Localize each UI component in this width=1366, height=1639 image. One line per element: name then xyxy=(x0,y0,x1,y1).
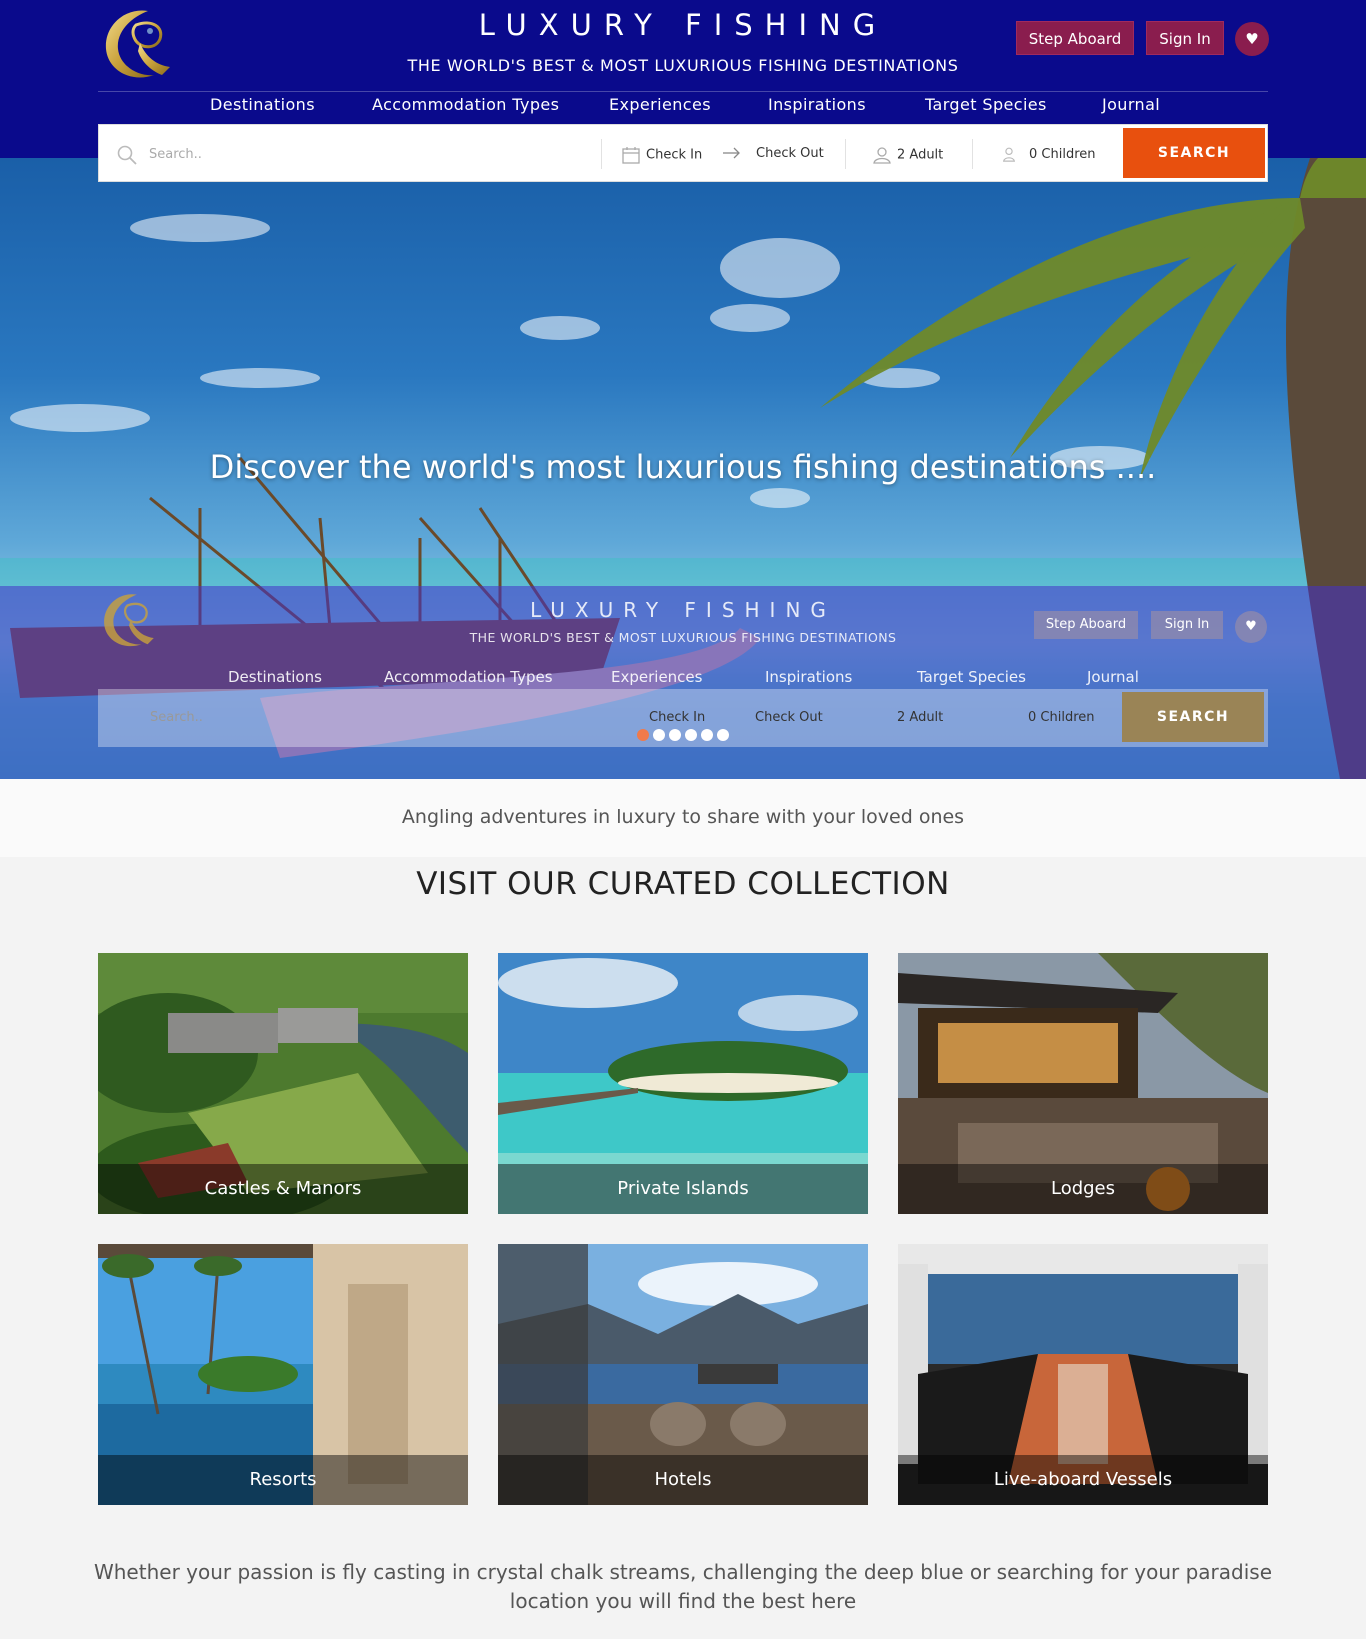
slider-dot[interactable] xyxy=(685,729,697,741)
collection-card-label: Castles & Manors xyxy=(98,1164,468,1214)
nav-item-accommodation-types[interactable]: Accommodation Types xyxy=(372,95,559,114)
sticky-nav-accommodation-types[interactable]: Accommodation Types xyxy=(384,668,553,686)
sticky-nav-experiences[interactable]: Experiences xyxy=(611,668,702,686)
sticky-search-button[interactable]: SEARCH xyxy=(1122,692,1264,742)
collection-card-label: Private Islands xyxy=(498,1164,868,1214)
slider-dots xyxy=(637,726,733,741)
collection-card-private-islands[interactable]: Private Islands xyxy=(498,953,868,1214)
search-divider xyxy=(845,139,846,169)
sticky-sign-in-button[interactable]: Sign In xyxy=(1151,611,1223,639)
sticky-check-in[interactable]: Check In xyxy=(649,710,705,725)
main-nav: Destinations Accommodation Types Experie… xyxy=(98,95,1268,123)
hero-slider: Discover the world's most luxurious fish… xyxy=(0,158,1366,779)
slider-dot[interactable] xyxy=(717,729,729,741)
sticky-search-bar: Search.. Check In Check Out 2 Adult 0 Ch… xyxy=(98,689,1268,747)
collection-card-resorts[interactable]: Resorts xyxy=(98,1244,468,1505)
arrow-right-icon xyxy=(723,147,740,159)
adults-label: 2 Adult xyxy=(897,147,944,163)
tagline: Angling adventures in luxury to share wi… xyxy=(401,806,965,828)
site-subtitle: THE WORLD'S BEST & MOST LUXURIOUS FISHIN… xyxy=(407,56,959,75)
intro-paragraph: Whether your passion is fly casting in c… xyxy=(93,1560,1272,1613)
child-icon xyxy=(1002,147,1016,162)
children-label: 0 Children xyxy=(1029,146,1096,162)
sticky-header-overlay: LUXURY FISHING THE WORLD'S BEST & MOST L… xyxy=(0,586,1366,779)
check-in-field[interactable]: Check In xyxy=(622,146,702,164)
heart-icon[interactable]: ♥ xyxy=(1235,611,1267,643)
sticky-step-aboard-button[interactable]: Step Aboard xyxy=(1034,611,1138,639)
search-icon xyxy=(117,145,137,165)
user-icon xyxy=(873,147,891,164)
collection-card-label: Hotels xyxy=(498,1455,868,1505)
collection-title: VISIT OUR CURATED COLLECTION xyxy=(416,866,950,902)
adults-field[interactable]: 2 Adult xyxy=(873,146,943,164)
nav-item-destinations[interactable]: Destinations xyxy=(210,95,315,114)
collection-card-castles-manors[interactable]: Castles & Manors xyxy=(98,953,468,1214)
slider-dot[interactable] xyxy=(701,729,713,741)
sticky-nav-journal[interactable]: Journal xyxy=(1087,668,1139,686)
nav-item-target-species[interactable]: Target Species xyxy=(925,95,1047,114)
calendar-icon xyxy=(622,147,640,164)
slider-dot[interactable] xyxy=(669,729,681,741)
search-button[interactable]: SEARCH xyxy=(1123,128,1265,178)
search-divider xyxy=(972,139,973,169)
collection-card-label: Live-aboard Vessels xyxy=(898,1455,1268,1505)
nav-item-inspirations[interactable]: Inspirations xyxy=(768,95,866,114)
sticky-nav-destinations[interactable]: Destinations xyxy=(228,668,322,686)
collection-card-lodges[interactable]: Lodges xyxy=(898,953,1268,1214)
heart-icon[interactable]: ♥ xyxy=(1235,22,1269,56)
collection-card-live-aboard-vessels[interactable]: Live-aboard Vessels xyxy=(898,1244,1268,1505)
collection-card-hotels[interactable]: Hotels xyxy=(498,1244,868,1505)
sticky-search-placeholder[interactable]: Search.. xyxy=(150,710,203,725)
header-divider xyxy=(98,91,1268,92)
hero-heading: Discover the world's most luxurious fish… xyxy=(209,448,1157,486)
search-bar: Check In Check Out 2 Adult 0 Children SE… xyxy=(98,124,1268,182)
collection-card-label: Lodges xyxy=(898,1164,1268,1214)
sticky-children[interactable]: 0 Children xyxy=(1028,710,1095,725)
sticky-check-out[interactable]: Check Out xyxy=(755,710,823,725)
step-aboard-button[interactable]: Step Aboard xyxy=(1016,21,1134,55)
search-input[interactable] xyxy=(149,139,589,169)
check-out-field[interactable]: Check Out xyxy=(756,146,824,161)
sticky-nav-target-species[interactable]: Target Species xyxy=(917,668,1026,686)
check-out-label: Check Out xyxy=(756,146,824,161)
slider-dot[interactable] xyxy=(653,729,665,741)
check-in-label: Check In xyxy=(646,147,703,163)
sticky-adults[interactable]: 2 Adult xyxy=(897,710,943,725)
nav-item-experiences[interactable]: Experiences xyxy=(609,95,711,114)
search-divider xyxy=(601,139,602,169)
sticky-nav-inspirations[interactable]: Inspirations xyxy=(765,668,852,686)
collection-card-label: Resorts xyxy=(98,1455,468,1505)
slider-dot[interactable] xyxy=(637,729,649,741)
nav-item-journal[interactable]: Journal xyxy=(1102,95,1160,114)
children-field[interactable]: 0 Children xyxy=(1001,146,1096,162)
sign-in-button[interactable]: Sign In xyxy=(1146,21,1224,55)
